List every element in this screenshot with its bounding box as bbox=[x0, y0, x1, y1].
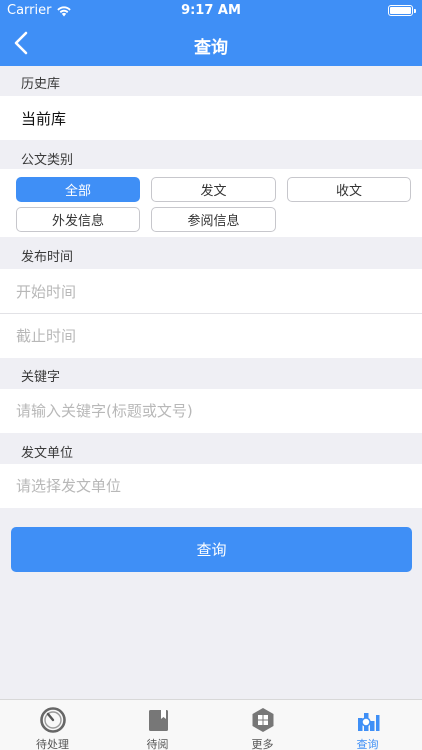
status-bar: Carrier 9:17 AM bbox=[0, 0, 422, 22]
tab-query-label: 查询 bbox=[356, 738, 379, 750]
end-time-field[interactable] bbox=[16, 325, 406, 347]
query-button[interactable]: 查询 bbox=[11, 527, 412, 572]
search-chart-icon bbox=[357, 713, 379, 731]
issuing-unit-row bbox=[0, 464, 422, 508]
document-category-label: 公文类别 bbox=[21, 153, 74, 168]
tab-pending[interactable]: 待处理 bbox=[0, 700, 105, 750]
history-library-label: 历史库 bbox=[21, 77, 61, 92]
category-chip-dispatch[interactable]: 发文 bbox=[151, 177, 276, 202]
page-title: 查询 bbox=[194, 38, 228, 58]
current-library-value: 当前库 bbox=[21, 110, 67, 128]
issuing-unit-field[interactable] bbox=[16, 475, 406, 497]
tab-to-read[interactable]: 待阅 bbox=[105, 700, 210, 750]
tab-query[interactable]: 查询 bbox=[315, 700, 420, 750]
publish-time-group bbox=[0, 269, 422, 358]
navigation-bar: Carrier 9:17 AM 查询 bbox=[0, 0, 422, 66]
timer-icon bbox=[39, 707, 66, 733]
query-screen: Carrier 9:17 AM 查询 历史库 当前库 公文类别 全部 发文 收文… bbox=[0, 0, 422, 750]
tab-more[interactable]: 更多 bbox=[210, 700, 315, 750]
category-chip-group: 全部 发文 收文 外发信息 参阅信息 bbox=[0, 169, 422, 237]
grid-hexagon-icon bbox=[252, 708, 273, 732]
time-divider bbox=[0, 313, 422, 314]
keyword-label: 关键字 bbox=[21, 370, 61, 385]
category-chip-received[interactable]: 收文 bbox=[287, 177, 411, 202]
tab-bar: 待处理 待阅 更多 查询 bbox=[0, 699, 422, 750]
battery-icon bbox=[388, 5, 416, 16]
keyword-row bbox=[0, 389, 422, 433]
tab-pending-label: 待处理 bbox=[36, 738, 69, 750]
issuing-unit-label: 发文单位 bbox=[21, 446, 74, 461]
tab-more-label: 更多 bbox=[251, 738, 274, 750]
category-chip-all[interactable]: 全部 bbox=[16, 177, 140, 202]
category-chip-external-info[interactable]: 外发信息 bbox=[16, 207, 140, 232]
book-icon bbox=[148, 710, 168, 731]
start-time-field[interactable] bbox=[16, 281, 406, 303]
category-chip-reference-info[interactable]: 参阅信息 bbox=[151, 207, 276, 232]
status-time: 9:17 AM bbox=[181, 3, 241, 18]
keyword-input[interactable] bbox=[16, 400, 406, 422]
tab-to-read-label: 待阅 bbox=[146, 738, 169, 750]
publish-time-label: 发布时间 bbox=[21, 250, 74, 265]
current-library-row[interactable]: 当前库 bbox=[0, 96, 422, 140]
